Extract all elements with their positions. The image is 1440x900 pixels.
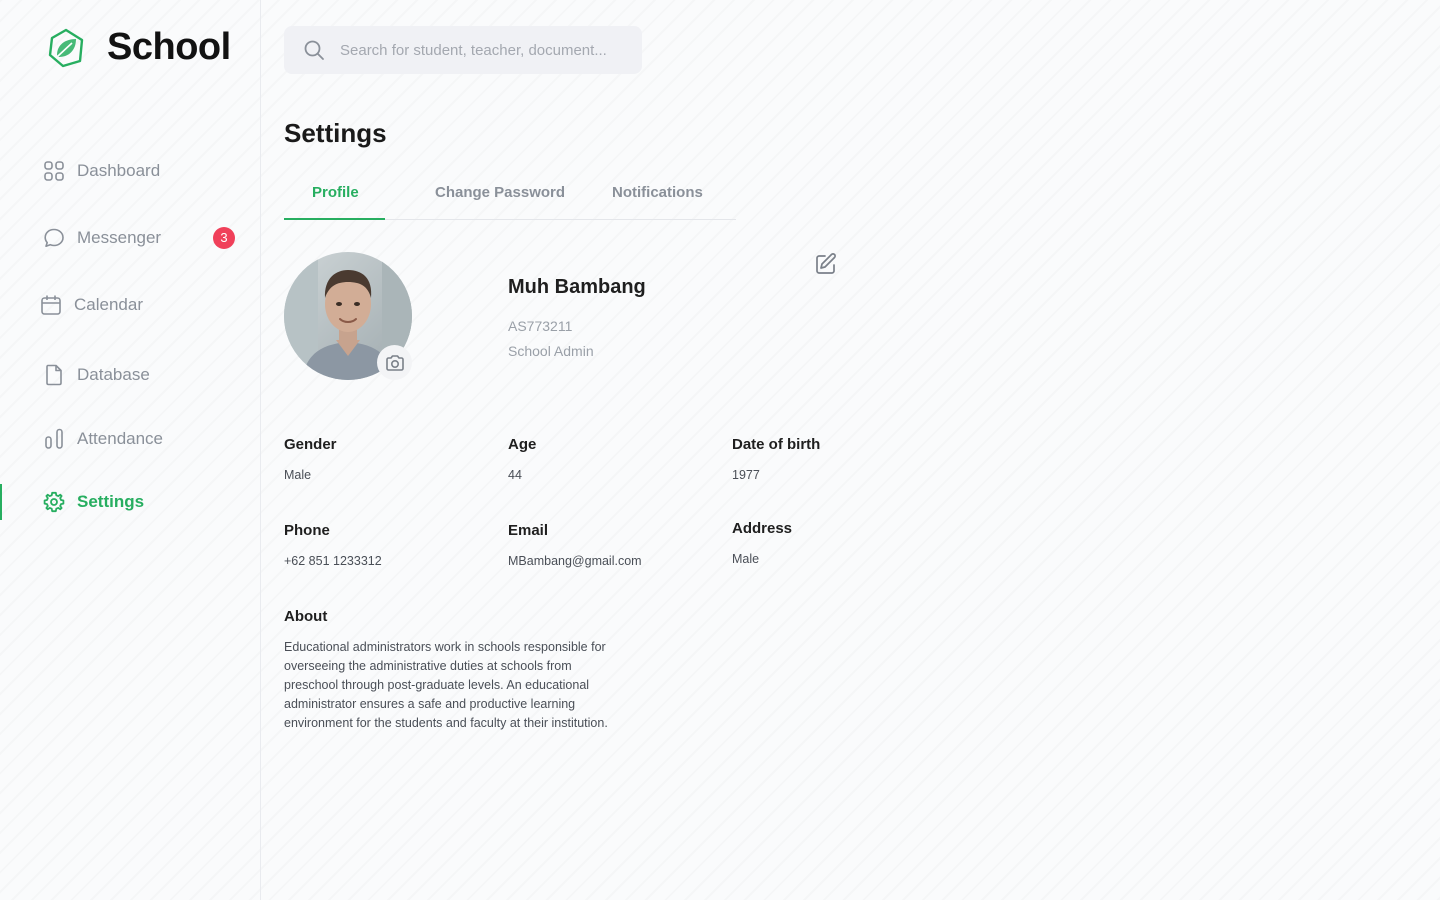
sidebar-item-dashboard[interactable]: Dashboard xyxy=(0,153,260,189)
profile-name: Muh Bambang xyxy=(508,276,646,298)
address-value: Male xyxy=(732,552,760,566)
sidebar-item-label: Dashboard xyxy=(77,161,161,180)
chat-icon xyxy=(44,228,64,247)
brand-name: School xyxy=(107,26,231,68)
dob-label: Date of birth xyxy=(732,436,821,453)
file-icon xyxy=(46,364,62,386)
profile-id: AS773211 xyxy=(508,318,573,334)
sidebar-item-label: Calendar xyxy=(74,295,143,314)
sidebar-item-label: Messenger xyxy=(77,228,162,247)
gender-value: Male xyxy=(284,468,312,482)
search-icon xyxy=(304,40,324,60)
age-value: 44 xyxy=(508,468,522,482)
email-label: Email xyxy=(508,522,549,539)
page-title: Settings xyxy=(284,118,387,148)
sidebar-item-messenger[interactable]: Messenger 3 xyxy=(0,220,260,256)
sidebar-item-label: Database xyxy=(77,365,150,384)
sidebar-item-calendar[interactable]: Calendar xyxy=(0,287,260,323)
email-value: MBambang@gmail.com xyxy=(508,554,642,568)
unread-badge: 3 xyxy=(213,227,235,249)
bar-chart-icon xyxy=(45,428,63,449)
profile-role: School Admin xyxy=(508,343,594,359)
sidebar-item-settings[interactable]: Settings xyxy=(0,484,260,520)
dob-value: 1977 xyxy=(732,468,760,482)
sidebar-item-label: Attendance xyxy=(77,429,164,448)
about-label: About xyxy=(284,608,328,625)
tab-change-password[interactable]: Change Password xyxy=(435,184,565,201)
tab-profile[interactable]: Profile xyxy=(312,184,359,201)
tab-notifications[interactable]: Notifications xyxy=(612,184,703,201)
grid-icon xyxy=(44,161,64,181)
phone-label: Phone xyxy=(284,522,330,539)
sidebar-item-attendance[interactable]: Attendance xyxy=(0,421,260,457)
sidebar: School Dashboard Messenger 3 Calendar Da… xyxy=(0,0,261,900)
search-bar[interactable] xyxy=(284,26,642,74)
settings-tabs: Profile Change Password Notifications xyxy=(284,168,736,220)
leaf-logo-icon xyxy=(48,28,84,67)
search-input[interactable] xyxy=(340,36,630,64)
sidebar-item-label: Settings xyxy=(77,492,145,511)
avatar-container xyxy=(284,252,412,380)
age-label: Age xyxy=(508,436,537,453)
gender-label: Gender xyxy=(284,436,337,453)
brand[interactable]: School xyxy=(45,26,231,69)
address-label: Address xyxy=(732,520,793,537)
calendar-icon xyxy=(41,295,61,315)
camera-icon xyxy=(385,354,404,371)
edit-icon xyxy=(816,253,836,274)
gear-icon xyxy=(43,491,65,513)
sidebar-item-database[interactable]: Database xyxy=(0,357,260,393)
change-photo-button[interactable] xyxy=(377,345,412,380)
edit-profile-button[interactable] xyxy=(814,252,838,276)
phone-value: +62 851 1233312 xyxy=(284,554,382,568)
active-tab-indicator xyxy=(284,218,385,220)
about-text: Educational administrators work in schoo… xyxy=(284,640,608,730)
